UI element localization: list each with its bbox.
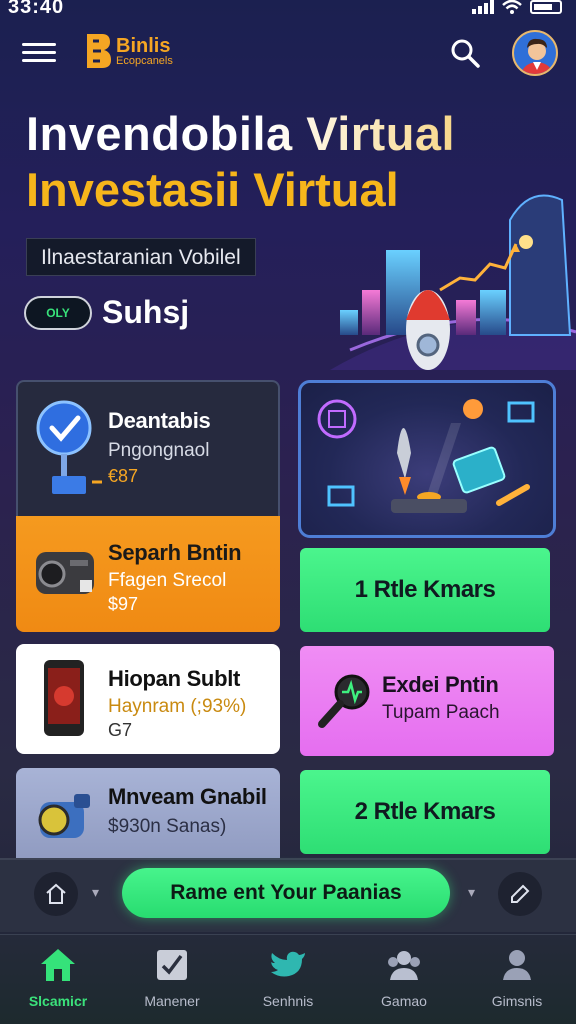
card-title: Deantabis [108, 408, 211, 433]
avatar-person-icon [520, 38, 554, 74]
menu-icon-bar [22, 43, 56, 46]
card-subtitle: Pngonɡnaol [108, 440, 210, 461]
card-subtitle: Tupam Paach [382, 702, 500, 723]
card-deantabis[interactable]: Deantabis Pngonɡnaol €87 [16, 380, 280, 516]
nav-item-gamao[interactable]: Gamao [349, 945, 459, 1024]
app-logo[interactable]: Binlis Ecopcanels [84, 32, 173, 70]
nav-label: Gamao [381, 993, 427, 1009]
nav-label: Manener [144, 993, 200, 1009]
signal-icon [472, 0, 494, 14]
status-time: 33:40 [8, 0, 65, 18]
rocket-icon [317, 399, 535, 513]
shield-check-icon [36, 400, 102, 494]
search-icon[interactable] [448, 36, 482, 70]
chevron-down-icon[interactable]: ▾ [92, 884, 99, 901]
avatar[interactable] [512, 30, 558, 76]
card-separh-bntin[interactable]: Separh Bntin Ffagen Srecol $97 [16, 516, 280, 632]
checklist-icon [152, 945, 192, 985]
hero-title-line1: Invendobila Virtual [26, 107, 456, 160]
smartphone-icon [44, 660, 84, 736]
card-2-rtle-kmars[interactable]: 2 Rtle Kmars [300, 770, 550, 854]
magnifier-icon [318, 674, 370, 728]
toggle-row: OLY Suhsj [24, 294, 189, 331]
wifi-icon [502, 0, 522, 14]
rocket-launch-illustration [298, 380, 556, 538]
menu-icon-bar [22, 51, 56, 54]
card-price: $97 [108, 594, 139, 614]
toggle-switch[interactable]: OLY [24, 295, 92, 330]
card-subtitle: $930n Sanas) [108, 816, 227, 837]
chevron-down-icon[interactable]: ▾ [468, 884, 475, 901]
nav-label: Senhnis [262, 993, 314, 1009]
menu-icon-bar [22, 59, 56, 62]
card-label: 1 Rtle Kmars [354, 576, 496, 603]
hero-subtitle: Ilnaestaranian Vobilel [26, 238, 256, 276]
edit-icon [511, 884, 530, 903]
city-rocket-illustration [330, 194, 576, 370]
home-outline-icon [46, 883, 66, 904]
status-bar: 33:40 [0, 0, 576, 22]
nav-item-senhnis[interactable]: Senhnis [233, 945, 343, 1024]
card-title: Hiopan Sublt [108, 666, 241, 691]
card-subtitle: Haynram (;93%) [108, 696, 247, 717]
toggle-label: Suhsj [102, 294, 190, 330]
app-bar: Binlis Ecopcanels [0, 28, 576, 82]
logo-subtitle: Ecopcanels [116, 54, 173, 67]
card-price: G7 [108, 720, 133, 740]
nav-item-home[interactable]: Slcamicr [3, 945, 113, 1024]
card-price: €87 [108, 466, 139, 486]
bird-icon [268, 945, 308, 985]
card-exdei-pntin[interactable]: Exdei Pntin Tupam Paach [300, 646, 554, 756]
home-shortcut-button[interactable] [34, 872, 78, 916]
profile-icon [497, 945, 537, 985]
card-1-rtle-kmars[interactable]: 1 Rtle Kmars [300, 548, 550, 632]
logo-name: Binlis [116, 34, 171, 57]
group-icon [384, 945, 424, 985]
card-hiopan-sublt[interactable]: Hiopan Sublt Haynram (;93%) G7 [16, 644, 280, 754]
left-card-column: Deantabis Pngonɡnaol €87 Separh Bntin Ff… [16, 380, 282, 870]
gadget-icon [38, 794, 90, 838]
nav-label: Slcamicr [28, 993, 88, 1009]
nav-item-gimsnis[interactable]: Gimsnis [462, 945, 572, 1024]
edit-button[interactable] [498, 872, 542, 916]
camera-device-icon [36, 552, 94, 594]
card-title: Exdei Pntin [382, 672, 499, 697]
right-card-column: 1 Rtle Kmars Exdei Pntin Tupam Paach 2 R… [296, 380, 558, 870]
card-label: 2 Rtle Kmars [354, 798, 496, 825]
action-bar: ▾ Rame ent Your Paanias ▾ [0, 858, 576, 932]
nav-label: Gimsnis [491, 993, 543, 1009]
logo-icon [87, 34, 111, 68]
primary-cta-button[interactable]: Rame ent Your Paanias [122, 868, 450, 918]
nav-item-manener[interactable]: Manener [117, 945, 227, 1024]
bottom-navigation: Slcamicr Manener Senhnis Gamao Gimsnis [0, 934, 576, 1024]
home-icon [38, 945, 78, 985]
card-title: Separh Bntin [108, 540, 242, 565]
menu-button[interactable] [22, 38, 56, 68]
status-icons [472, 0, 562, 14]
card-subtitle: Ffagen Srecol [108, 570, 227, 591]
battery-icon [530, 0, 562, 14]
card-title: Mnveam Gnabil [108, 784, 267, 809]
card-mnveam-gnabil[interactable]: Mnveam Gnabil $930n Sanas) [16, 768, 280, 868]
